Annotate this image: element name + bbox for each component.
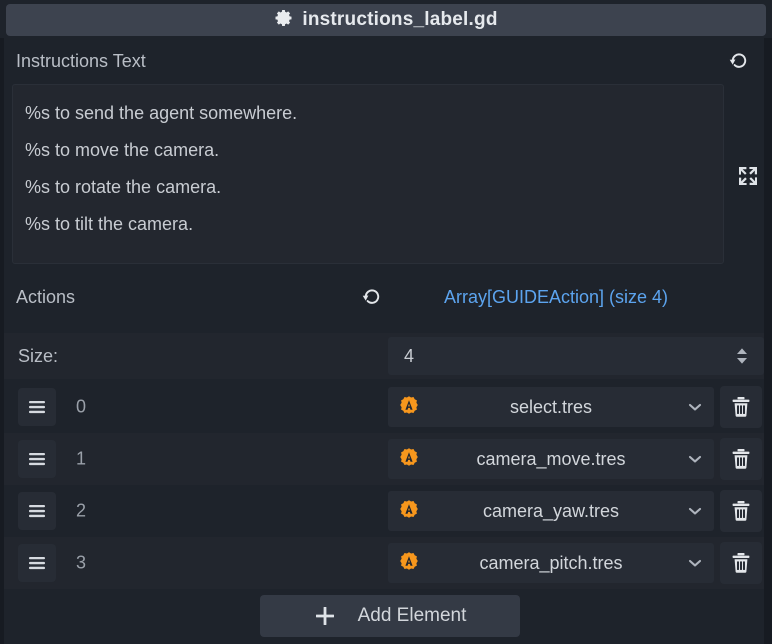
resource-picker[interactable]: camera_yaw.tres	[388, 491, 714, 531]
resource-name: select.tres	[509, 396, 593, 417]
guide-action-icon	[396, 498, 422, 524]
guide-action-icon	[396, 550, 422, 576]
array-type-label[interactable]: Array[GUIDEAction] (size 4)	[444, 287, 668, 308]
array-element-row: 1 camera_move.tres	[4, 433, 764, 485]
add-element-label: Add Element	[357, 605, 467, 626]
property-label-instructions-text: Instructions Text	[16, 50, 146, 71]
inspector-titlebar[interactable]: instructions_label.gd	[6, 4, 766, 36]
gear-icon	[274, 8, 294, 33]
instructions-text-input[interactable]: %s to send the agent somewhere. %s to mo…	[12, 84, 724, 264]
instructions-line: %s to move the camera.	[25, 140, 220, 160]
guide-action-icon	[396, 394, 422, 420]
array-size-row: Size: 4	[4, 333, 764, 379]
array-element-row: 2 camera_yaw.tres	[4, 485, 764, 537]
array-size-value: 4	[404, 345, 415, 366]
array-size-label: Size:	[18, 345, 59, 366]
instructions-line: %s to send the agent somewhere.	[25, 103, 298, 123]
drag-handle-icon[interactable]	[18, 440, 56, 478]
trash-icon[interactable]	[720, 386, 762, 428]
array-element-index: 3	[76, 552, 87, 573]
chevron-down-icon[interactable]	[686, 554, 704, 572]
resource-name: camera_move.tres	[476, 448, 626, 469]
resource-picker[interactable]: camera_pitch.tres	[388, 543, 714, 583]
expand-icon[interactable]	[734, 162, 762, 190]
chevron-down-icon[interactable]	[686, 502, 704, 520]
array-element-index: 0	[76, 396, 87, 417]
array-element-index: 1	[76, 448, 87, 469]
guide-action-icon	[396, 446, 422, 472]
array-element-index: 2	[76, 500, 87, 521]
page-title: instructions_label.gd	[302, 9, 498, 30]
property-label-actions: Actions	[16, 286, 76, 307]
array-element-row: 3 camera_pitch.tres	[4, 537, 764, 589]
instructions-text-container: %s to send the agent somewhere. %s to mo…	[4, 84, 772, 268]
property-row-instructions-text: Instructions Text	[4, 40, 764, 82]
drag-handle-icon[interactable]	[18, 544, 56, 582]
resource-name: camera_yaw.tres	[482, 500, 620, 521]
inspector-panel: instructions_label.gd Instructions Text …	[0, 0, 772, 644]
spinner-updown-icon[interactable]	[732, 343, 752, 369]
resource-name: camera_pitch.tres	[479, 552, 623, 573]
chevron-down-icon[interactable]	[686, 398, 704, 416]
plus-icon	[314, 605, 336, 627]
revert-icon[interactable]	[360, 285, 384, 309]
trash-icon[interactable]	[720, 542, 762, 584]
trash-icon[interactable]	[720, 438, 762, 480]
add-element-button[interactable]: Add Element	[260, 595, 520, 637]
array-element-row: 0 select.tres	[4, 381, 764, 433]
instructions-line: %s to tilt the camera.	[25, 214, 194, 234]
revert-icon[interactable]	[726, 48, 752, 74]
instructions-line: %s to rotate the camera.	[25, 177, 222, 197]
array-size-input[interactable]: 4	[388, 337, 764, 375]
resource-picker[interactable]: camera_move.tres	[388, 439, 714, 479]
chevron-down-icon[interactable]	[686, 450, 704, 468]
trash-icon[interactable]	[720, 490, 762, 532]
property-row-actions: Actions Array[GUIDEAction] (size 4)	[4, 274, 764, 320]
drag-handle-icon[interactable]	[18, 388, 56, 426]
resource-picker[interactable]: select.tres	[388, 387, 714, 427]
drag-handle-icon[interactable]	[18, 492, 56, 530]
